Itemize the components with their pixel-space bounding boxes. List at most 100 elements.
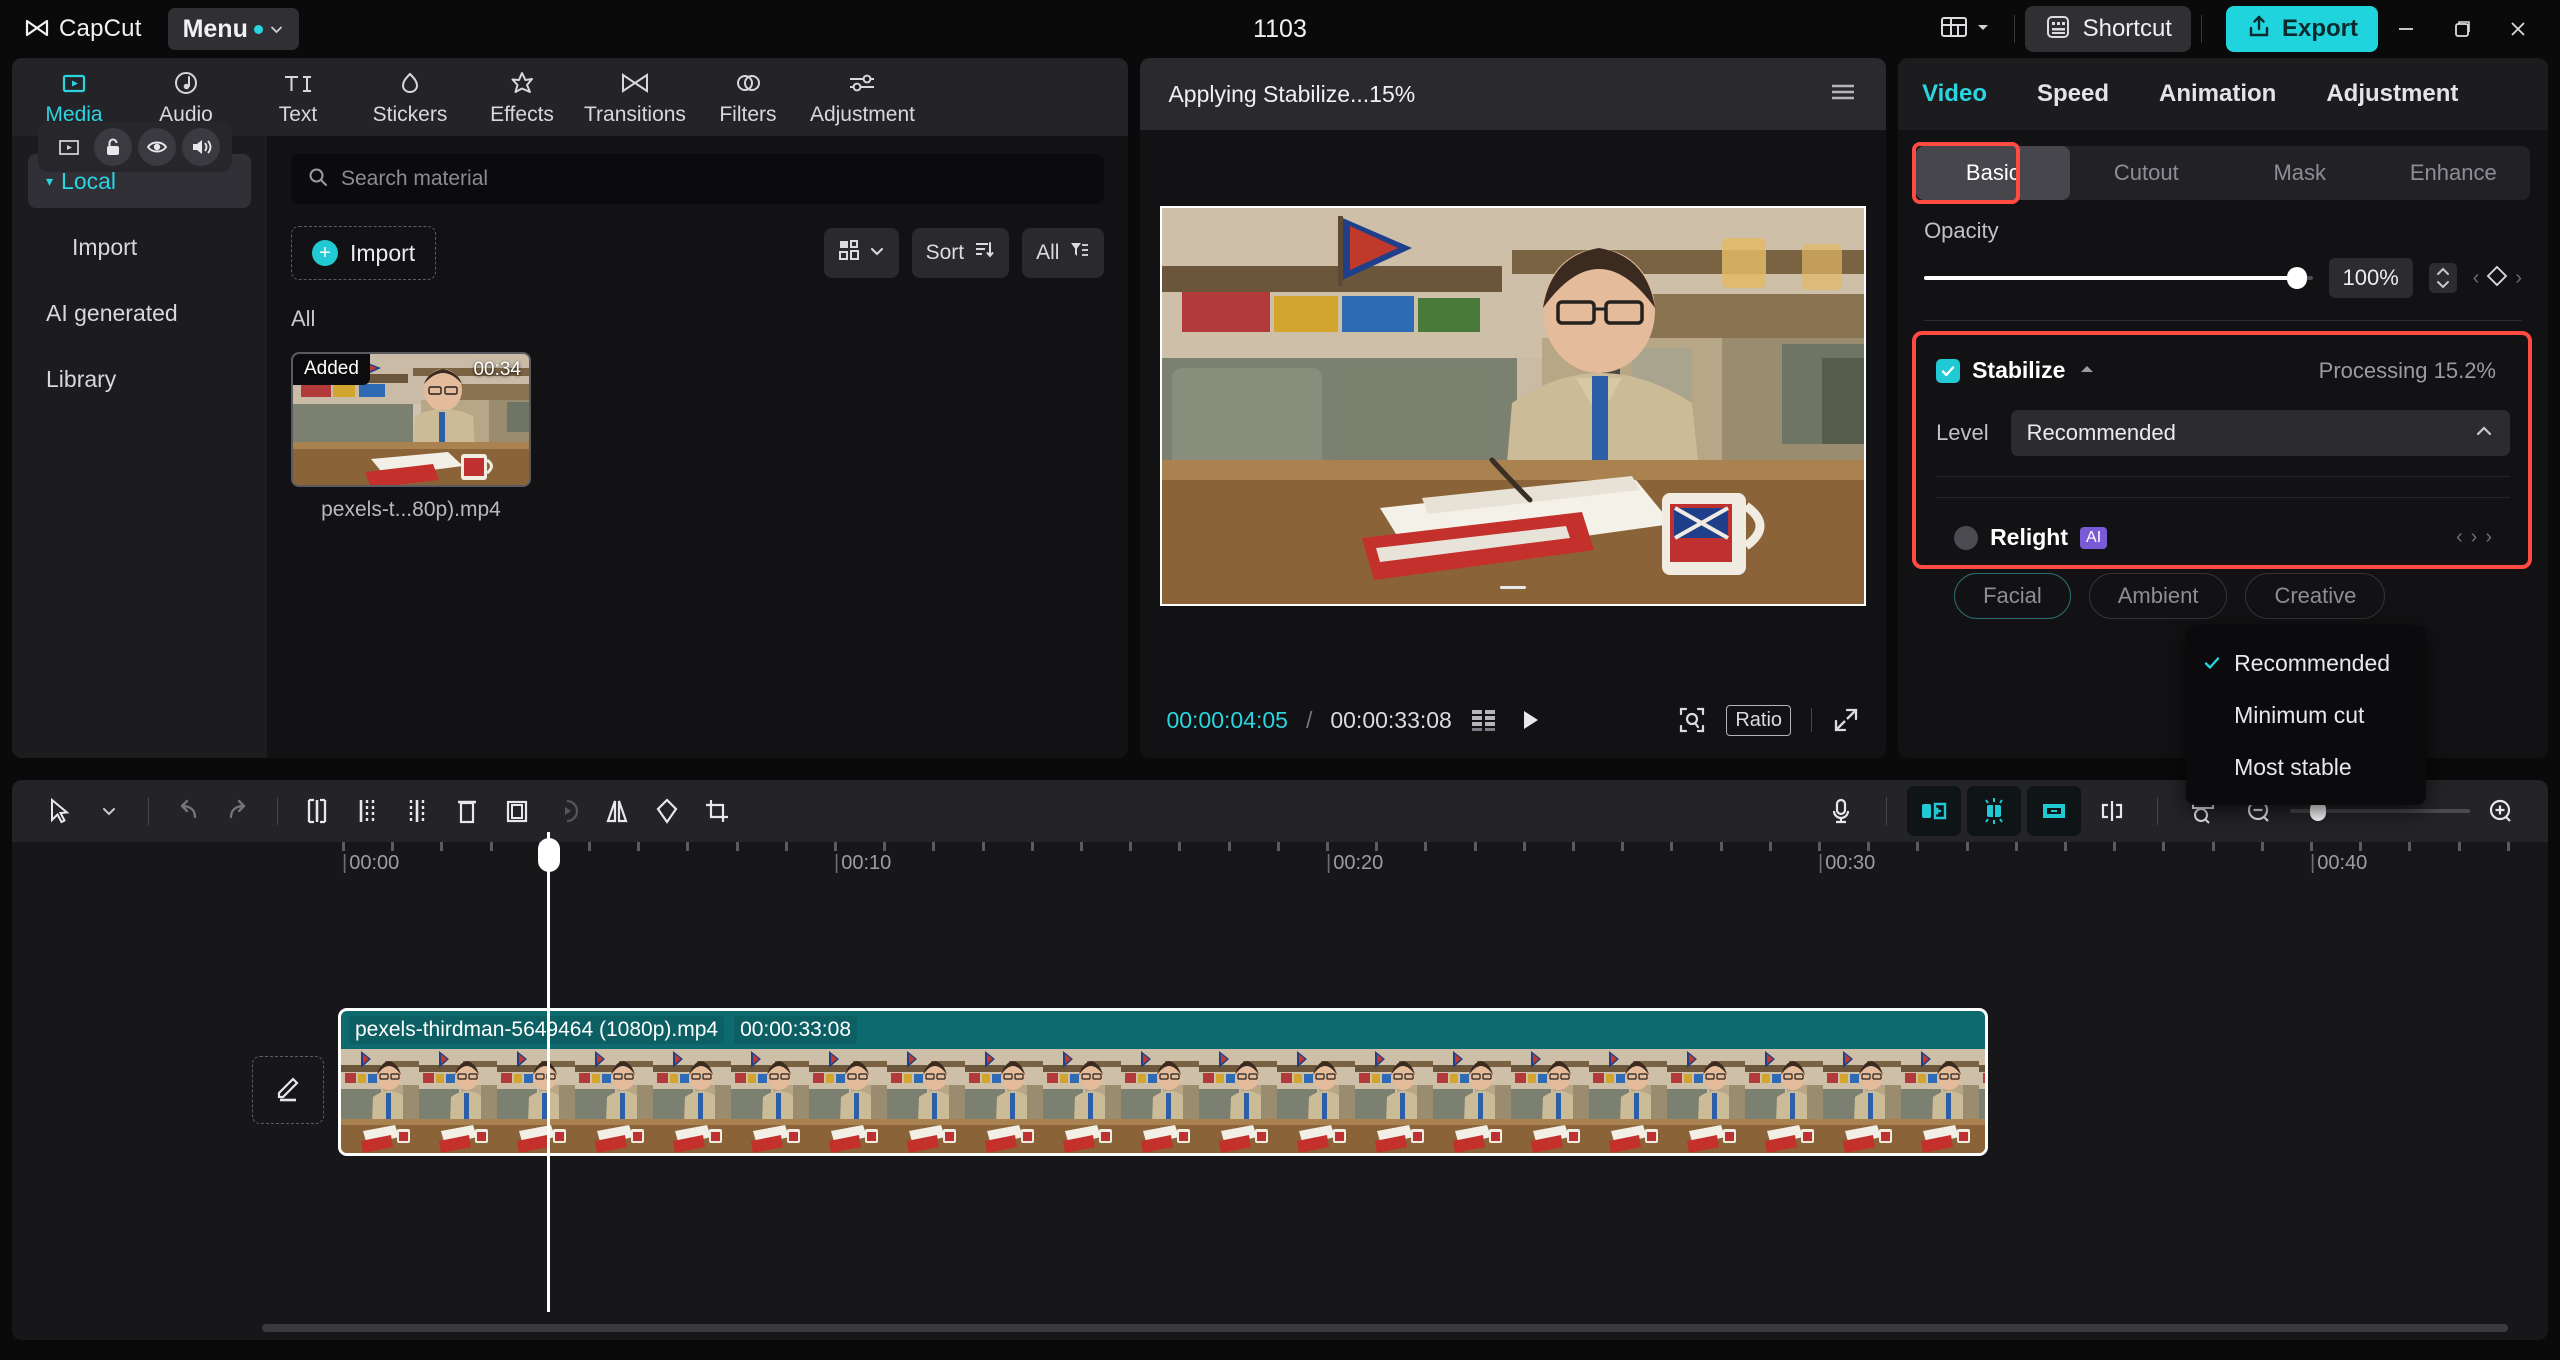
pill-facial[interactable]: Facial <box>1954 573 2071 619</box>
menu-button[interactable]: Menu <box>168 8 299 50</box>
volume-icon[interactable] <box>182 128 220 166</box>
edit-track-button[interactable] <box>252 1056 324 1124</box>
reverse-icon[interactable] <box>542 786 592 836</box>
timeline-ruler[interactable]: |00:00|00:10|00:20|00:30|00:40 <box>12 842 2548 884</box>
close-icon[interactable] <box>2490 5 2546 53</box>
keyframe-controls: ‹ › <box>2473 264 2522 293</box>
crop-frame-icon[interactable] <box>492 786 542 836</box>
opacity-slider[interactable] <box>1924 276 2313 280</box>
diamond-keyframe-icon[interactable] <box>2485 264 2509 293</box>
sidebar-item-library[interactable]: Library <box>28 352 251 406</box>
sidebar-item-import[interactable]: Import <box>28 220 251 274</box>
tab-adjustment[interactable]: Adjustment <box>2326 80 2458 108</box>
video-preview[interactable] <box>1160 206 1866 606</box>
ruler-tick <box>2015 842 2018 851</box>
media-item[interactable]: Added 00:34 pexels-t...80p).mp4 <box>291 352 531 522</box>
pill-ambient[interactable]: Ambient <box>2089 573 2228 619</box>
microphone-icon[interactable] <box>1816 786 1866 836</box>
quantity-stepper[interactable] <box>2429 263 2457 293</box>
sort-button-label: Sort <box>926 241 965 265</box>
ratio-button[interactable]: Ratio <box>1726 705 1791 736</box>
tab-filters[interactable]: Filters <box>692 58 804 136</box>
tab-video[interactable]: Video <box>1922 80 1987 108</box>
tab-effects[interactable]: Effects <box>466 58 578 136</box>
horizontal-scrollbar[interactable] <box>262 1324 2508 1332</box>
tab-animation[interactable]: Animation <box>2159 80 2276 108</box>
redo-icon[interactable] <box>213 786 263 836</box>
ruler-tick <box>588 842 591 851</box>
zoom-in-icon[interactable] <box>2476 786 2526 836</box>
opacity-value-input[interactable]: 100% <box>2329 258 2413 298</box>
caret-up-icon[interactable] <box>2079 362 2095 380</box>
ruler-tick <box>2458 842 2461 851</box>
search-input[interactable] <box>341 167 1088 191</box>
subtab-cutout[interactable]: Cutout <box>2070 146 2223 200</box>
media-thumbnail[interactable]: Added 00:34 <box>291 352 531 487</box>
restore-icon[interactable] <box>2434 5 2490 53</box>
auto-keyframe-icon[interactable] <box>1967 786 2021 836</box>
dropdown-option-minimum-cut[interactable]: Minimum cut <box>2186 689 2426 741</box>
subtab-mask[interactable]: Mask <box>2223 146 2376 200</box>
chevron-down-icon[interactable] <box>84 786 134 836</box>
keyframe-prev-icon[interactable] <box>1907 786 1961 836</box>
split-icon[interactable] <box>292 786 342 836</box>
level-select[interactable]: Recommended <box>2011 410 2510 456</box>
tab-speed[interactable]: Speed <box>2037 80 2109 108</box>
layout-switch-button[interactable] <box>1926 8 2004 50</box>
subtab-enhance[interactable]: Enhance <box>2377 146 2530 200</box>
track-video-icon[interactable] <box>50 128 88 166</box>
crop-icon[interactable] <box>692 786 742 836</box>
trim-left-icon[interactable] <box>342 786 392 836</box>
playhead-handle[interactable] <box>538 838 560 872</box>
undo-icon[interactable] <box>163 786 213 836</box>
sort-button[interactable]: Sort <box>912 228 1010 278</box>
split-marker-icon[interactable] <box>2087 786 2137 836</box>
view-toggle-button[interactable] <box>824 228 899 278</box>
magnify-fit-icon[interactable] <box>1678 706 1706 734</box>
chevron-right-icon[interactable]: › <box>2485 526 2492 549</box>
trim-right-icon[interactable] <box>392 786 442 836</box>
sort-icon <box>973 239 995 267</box>
slider-knob[interactable] <box>2287 267 2307 289</box>
status-badge: Added <box>293 354 370 385</box>
subtab-basic[interactable]: Basic <box>1916 146 2069 200</box>
pill-creative[interactable]: Creative <box>2245 573 2385 619</box>
tab-label: Effects <box>490 103 554 127</box>
timeline-clip[interactable]: pexels-thirdman-5649464 (1080p).mp4 00:0… <box>338 1008 1988 1156</box>
tab-adjustment[interactable]: Adjustment <box>804 58 921 136</box>
shortcut-button[interactable]: Shortcut <box>2025 6 2191 52</box>
frames-list-icon[interactable] <box>1470 708 1498 732</box>
sidebar-item-ai-generated[interactable]: AI generated <box>28 286 251 340</box>
tab-transitions[interactable]: Transitions <box>578 58 692 136</box>
lock-icon[interactable] <box>94 128 132 166</box>
filter-button[interactable]: All <box>1022 228 1104 278</box>
tab-stickers[interactable]: Stickers <box>354 58 466 136</box>
dropdown-option-most-stable[interactable]: Most stable <box>2186 741 2426 793</box>
timeline-zoom-slider[interactable] <box>2290 809 2470 813</box>
ruler-tick <box>1277 842 1280 851</box>
keyframe-next-icon[interactable] <box>2027 786 2081 836</box>
stabilize-checkbox[interactable] <box>1936 359 1960 383</box>
transform-handle[interactable] <box>1500 586 1526 589</box>
eye-icon[interactable] <box>138 128 176 166</box>
minimize-icon[interactable] <box>2378 5 2434 53</box>
dropdown-option-recommended[interactable]: Recommended <box>2186 637 2426 689</box>
menu-label: Menu <box>183 15 248 44</box>
export-button[interactable]: Export <box>2226 6 2378 52</box>
chevron-left-icon[interactable]: ‹ <box>2473 267 2480 290</box>
import-button[interactable]: + Import <box>291 226 436 280</box>
ruler-tick <box>2261 842 2264 851</box>
relight-toggle[interactable] <box>1954 526 1978 550</box>
ruler-tick <box>736 842 739 851</box>
search-bar[interactable] <box>291 154 1104 204</box>
chevron-left-icon[interactable]: ‹ <box>2456 526 2463 549</box>
hamburger-icon[interactable] <box>1828 80 1858 109</box>
play-icon[interactable] <box>1516 706 1544 734</box>
chevron-right-icon[interactable]: › <box>2515 267 2522 290</box>
expand-icon[interactable] <box>1832 706 1860 734</box>
select-arrow-icon[interactable] <box>34 786 84 836</box>
rotate-icon[interactable] <box>642 786 692 836</box>
chevron-right-icon[interactable]: › <box>2471 526 2478 549</box>
delete-icon[interactable] <box>442 786 492 836</box>
mirror-icon[interactable] <box>592 786 642 836</box>
